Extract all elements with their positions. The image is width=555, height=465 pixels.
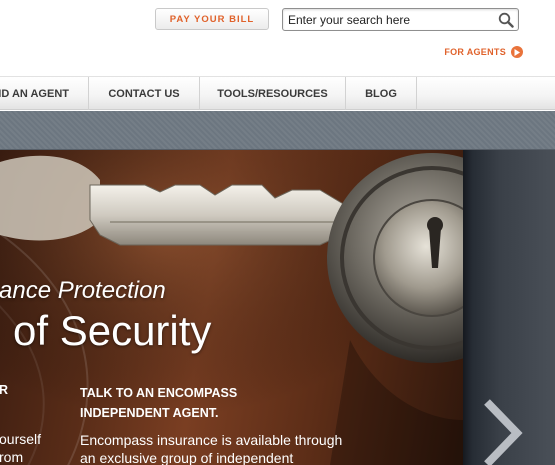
left-column-heading: R — [0, 383, 9, 397]
heading-line: INDEPENDENT AGENT. — [80, 406, 219, 420]
pay-your-bill-label: PAY YOUR BILL — [169, 13, 255, 25]
nav-item-tools-resources[interactable]: TOOLS/RESOURCES — [200, 77, 346, 110]
search-input[interactable] — [283, 9, 494, 30]
for-agents-label: FOR AGENTS — [444, 47, 506, 57]
nav-item-label: CONTACT US — [108, 87, 180, 100]
nav-item-label: TOOLS/RESOURCES — [217, 87, 328, 100]
carousel-side-panel — [463, 150, 555, 465]
pay-your-bill-button[interactable]: PAY YOUR BILL — [155, 8, 269, 30]
body-line: Encompass insurance is available through — [80, 432, 343, 448]
arrow-right-circle-icon — [511, 46, 523, 58]
nav-item-contact-us[interactable]: CONTACT US — [89, 77, 200, 110]
for-agents-link[interactable]: FOR AGENTS — [444, 46, 523, 58]
main-nav: ND AN AGENT CONTACT US TOOLS/RESOURCES B… — [0, 76, 555, 110]
hero-title: of Security — [13, 307, 212, 354]
nav-item-label: ND AN AGENT — [0, 87, 69, 100]
talk-to-agent-heading: TALK TO AN ENCOMPASS INDEPENDENT AGENT. — [80, 383, 380, 423]
heading-line: TALK TO AN ENCOMPASS — [80, 386, 238, 400]
left-column-line: rom — [0, 449, 24, 465]
decorative-strip — [0, 111, 555, 150]
hero-subtitle: ance Protection — [0, 277, 166, 304]
nav-item-find-an-agent[interactable]: ND AN AGENT — [0, 77, 89, 110]
talk-to-agent-body: Encompass insurance is available through… — [80, 431, 390, 465]
search-box[interactable] — [282, 8, 519, 31]
search-icon[interactable] — [494, 9, 518, 30]
chevron-right-icon[interactable] — [481, 398, 525, 465]
left-column-line: ourself — [0, 431, 42, 447]
hero-banner: ance Protection of Security R ourself ro… — [0, 150, 463, 465]
nav-item-blog[interactable]: BLOG — [346, 77, 417, 110]
body-line: an exclusive group of independent — [80, 450, 294, 465]
nav-item-label: BLOG — [365, 87, 397, 100]
